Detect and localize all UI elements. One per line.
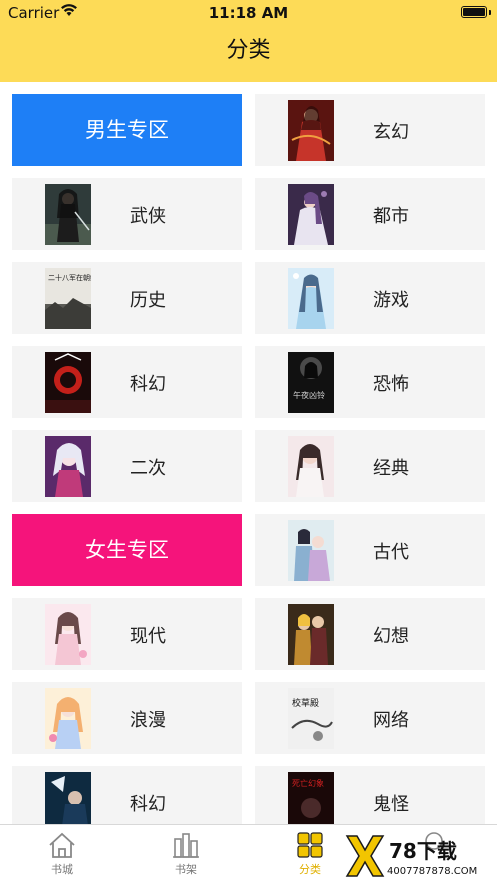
category-kehuan-female[interactable]: 科幻	[12, 766, 242, 824]
cover-title: 死亡幻象	[292, 778, 324, 788]
tab-label: 书城	[51, 863, 73, 876]
watermark-brand: 78下载	[389, 839, 457, 863]
cover-title: 二十八军在朝鲜	[48, 273, 91, 282]
category-label: 幻想	[373, 626, 409, 647]
male-section-banner[interactable]: 男生专区	[12, 94, 242, 166]
tab-category[interactable]: 分类	[280, 831, 340, 877]
book-cover: 午夜凶铃	[288, 352, 334, 413]
book-cover	[288, 436, 334, 497]
book-cover: 死亡幻象	[288, 772, 334, 824]
category-xuanhuan[interactable]: 玄幻	[255, 94, 485, 166]
category-kongbu[interactable]: 午夜凶铃 恐怖	[255, 346, 485, 418]
book-cover	[45, 352, 91, 413]
tab-bookshelf[interactable]: 书架	[156, 831, 216, 877]
book-cover	[288, 100, 334, 161]
category-label: 二次	[130, 458, 166, 479]
category-wuxia[interactable]: 武侠	[12, 178, 242, 250]
category-label: 武侠	[130, 206, 166, 227]
category-label: 都市	[373, 206, 409, 227]
category-label: 科幻	[130, 794, 166, 815]
category-lishi[interactable]: 二十八军在朝鲜 历史	[12, 262, 242, 334]
book-cover	[288, 520, 334, 581]
watermark-site: 4007787878.COM	[387, 866, 477, 877]
book-cover	[45, 436, 91, 497]
home-icon	[49, 832, 75, 858]
book-cover	[288, 184, 334, 245]
book-cover	[45, 772, 91, 824]
battery-icon	[461, 6, 491, 18]
category-dushi[interactable]: 都市	[255, 178, 485, 250]
book-cover	[45, 184, 91, 245]
watermark-logo: 78下载 4007787878.COM	[345, 835, 477, 877]
category-label: 古代	[373, 542, 409, 563]
status-bar: Carrier 11:18 AM	[0, 0, 497, 26]
category-label: 经典	[373, 458, 409, 479]
book-cover	[45, 604, 91, 665]
tab-bookstore[interactable]: 书城	[32, 831, 92, 877]
category-grid-icon	[297, 832, 323, 858]
category-label: 浪漫	[130, 710, 166, 731]
category-label: 历史	[130, 290, 166, 311]
category-gudai[interactable]: 古代	[255, 514, 485, 586]
book-cover	[45, 688, 91, 749]
category-jingdian[interactable]: 经典	[255, 430, 485, 502]
book-cover	[288, 604, 334, 665]
cover-title: 校草殿	[292, 697, 319, 709]
bookshelf-icon	[173, 833, 199, 858]
category-label: 鬼怪	[373, 794, 409, 815]
male-section-label: 男生专区	[85, 118, 169, 142]
category-grid: 男生专区 玄幻 武侠 都市 二十八军在朝 历史 游戏 科幻 午夜凶铃 恐怖 二次…	[0, 82, 497, 824]
cover-title: 午夜凶铃	[293, 390, 325, 400]
category-kehuan-male[interactable]: 科幻	[12, 346, 242, 418]
category-huanxiang[interactable]: 幻想	[255, 598, 485, 670]
category-wangluo[interactable]: 校草殿 网络	[255, 682, 485, 754]
category-label: 恐怖	[373, 374, 409, 395]
female-section-label: 女生专区	[85, 538, 169, 562]
book-cover: 校草殿	[288, 688, 334, 749]
navigation-header: Carrier 11:18 AM 分类	[0, 0, 497, 82]
category-guiguai[interactable]: 死亡幻象 鬼怪	[255, 766, 485, 824]
book-cover	[288, 268, 334, 329]
female-section-banner[interactable]: 女生专区	[12, 514, 242, 586]
category-youxi[interactable]: 游戏	[255, 262, 485, 334]
page-title: 分类	[226, 38, 271, 63]
category-label: 网络	[373, 710, 409, 731]
tab-label: 分类	[299, 863, 321, 876]
category-label: 游戏	[373, 290, 409, 311]
category-xiandai[interactable]: 现代	[12, 598, 242, 670]
tab-label: 书架	[175, 863, 197, 876]
clock: 11:18 AM	[208, 4, 289, 22]
category-label: 科幻	[130, 374, 166, 395]
category-langman[interactable]: 浪漫	[12, 682, 242, 754]
category-erci[interactable]: 二次	[12, 430, 242, 502]
category-label: 玄幻	[373, 122, 409, 143]
book-cover: 二十八军在朝鲜	[45, 268, 91, 329]
category-label: 现代	[130, 626, 166, 647]
